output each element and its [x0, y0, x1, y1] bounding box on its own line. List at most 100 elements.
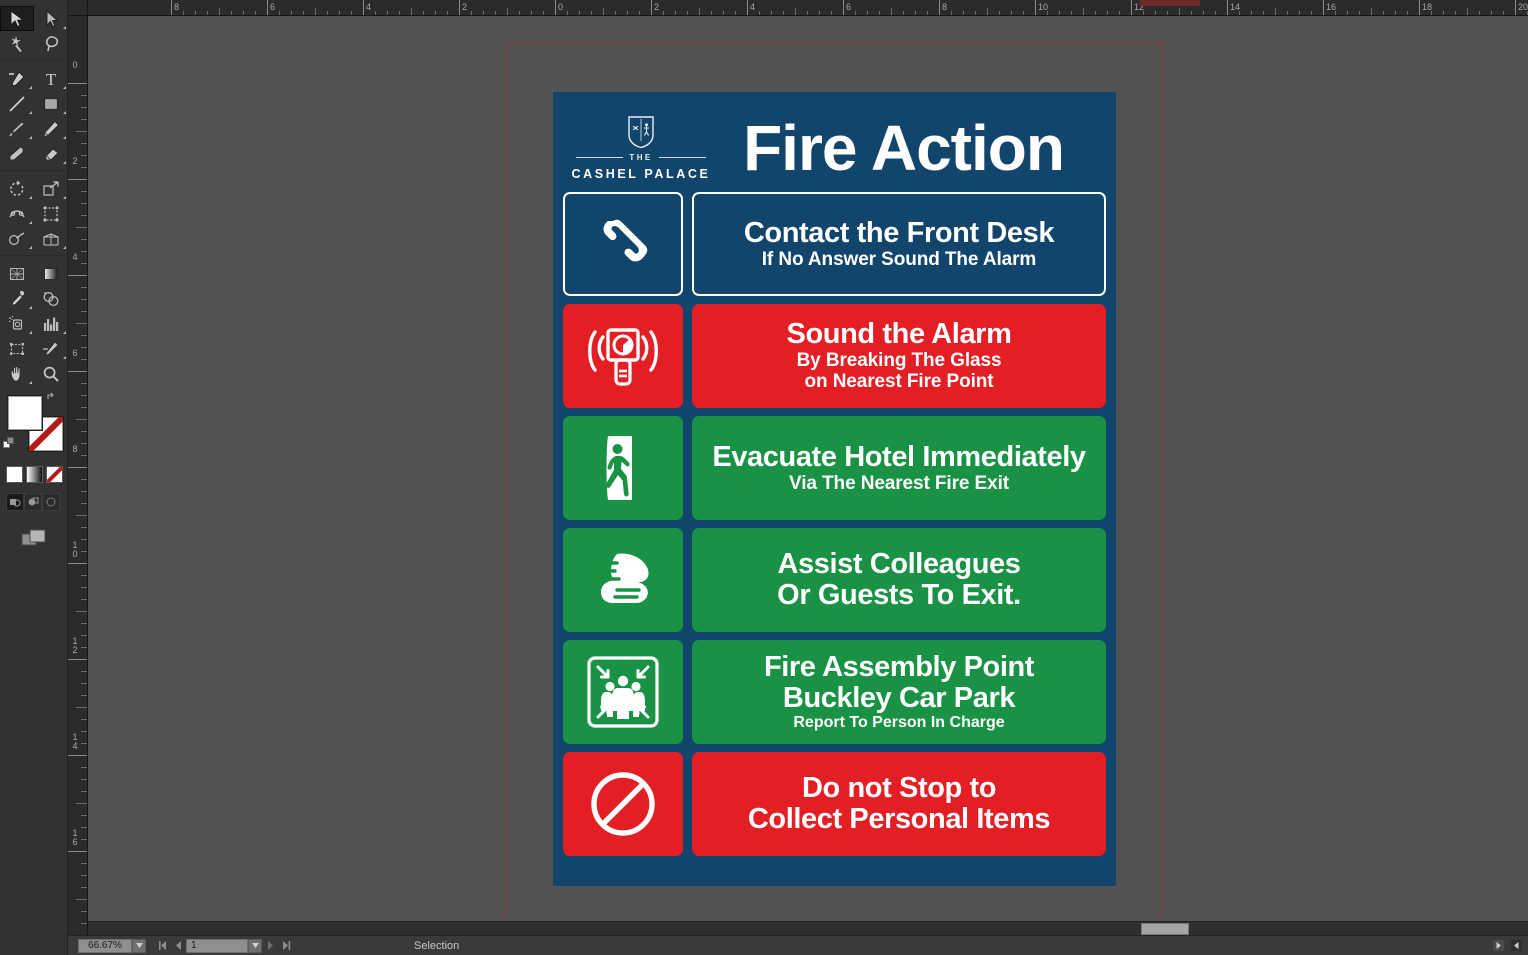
- ruler-tick-major: [1035, 0, 1036, 15]
- status-expand-left-icon[interactable]: [1508, 939, 1524, 953]
- zoom-tool[interactable]: [34, 361, 68, 386]
- ruler-tick-minor: [81, 347, 87, 348]
- ruler-tick-minor: [81, 107, 87, 108]
- fill-swatch[interactable]: [8, 396, 42, 430]
- status-expand-right-icon[interactable]: [1490, 939, 1506, 953]
- hand-tool[interactable]: [0, 361, 34, 386]
- none-mode-button[interactable]: [46, 466, 63, 483]
- swap-fill-stroke-icon[interactable]: [45, 392, 59, 406]
- width-tool[interactable]: [0, 201, 34, 226]
- horizontal-scrollbar[interactable]: [88, 921, 1528, 935]
- rectangle-tool[interactable]: [34, 91, 68, 116]
- magic-wand-tool[interactable]: [0, 31, 34, 56]
- direct-selection-tool[interactable]: [34, 6, 68, 31]
- ruler-tick-minor: [81, 263, 87, 264]
- logo-the-row: THE: [576, 153, 707, 162]
- ruler-label: 4: [366, 2, 372, 12]
- window-accent-strip: [1140, 0, 1200, 6]
- default-fill-stroke-icon[interactable]: [3, 437, 17, 451]
- vertical-ruler[interactable]: 0 2 4 6 8 10 12 14 16: [68, 16, 88, 935]
- free-transform-tool[interactable]: [34, 201, 68, 226]
- horizontal-ruler[interactable]: 8 6 4 2 0 2 4 6 8 10 12 14 16 18 20: [88, 0, 1528, 16]
- eraser-tool[interactable]: [34, 141, 68, 166]
- page-number-field[interactable]: 1: [186, 938, 248, 953]
- ruler-tick-minor: [81, 203, 87, 204]
- last-page-icon[interactable]: [278, 939, 294, 953]
- poster-row[interactable]: Fire Assembly Point Buckley Car Park Rep…: [563, 640, 1106, 744]
- logo-rule-left: [576, 157, 624, 158]
- artboard-tool[interactable]: [0, 336, 34, 361]
- gradient-mode-button[interactable]: [26, 466, 43, 483]
- ruler-tick-minor: [81, 143, 87, 144]
- rotate-tool[interactable]: [0, 176, 34, 201]
- ruler-tick-major: [1323, 0, 1324, 15]
- previous-page-icon[interactable]: [170, 939, 186, 953]
- blend-tool[interactable]: [34, 286, 68, 311]
- type-tool[interactable]: T: [34, 66, 68, 91]
- fill-stroke-controls: [0, 392, 68, 464]
- zoom-dropdown-icon[interactable]: [132, 938, 146, 953]
- perspective-grid-tool[interactable]: [34, 226, 68, 251]
- zoom-level-field[interactable]: 66.67%: [78, 938, 132, 953]
- draw-inside-icon[interactable]: [42, 493, 60, 511]
- poster-row[interactable]: Sound the Alarm By Breaking The Glass on…: [563, 304, 1106, 408]
- eyedropper-tool[interactable]: [0, 286, 34, 311]
- poster-row[interactable]: Contact the Front Desk If No Answer Soun…: [563, 192, 1106, 296]
- row-sub-text: Report To Person In Charge: [793, 713, 1005, 731]
- ruler-label: 6: [846, 2, 852, 12]
- ruler-tick-minor: [81, 911, 87, 912]
- slice-tool[interactable]: [34, 336, 68, 361]
- poster-row[interactable]: Assist Colleagues Or Guests To Exit.: [563, 528, 1106, 632]
- row-main-text-2: Or Guests To Exit.: [777, 579, 1021, 611]
- lasso-tool[interactable]: [34, 31, 68, 56]
- ruler-tick-minor: [81, 863, 87, 864]
- poster-row[interactable]: Do not Stop to Collect Personal Items: [563, 752, 1106, 856]
- line-segment-tool[interactable]: [0, 91, 34, 116]
- ruler-tick-major: [555, 0, 556, 15]
- mesh-tool[interactable]: [0, 261, 34, 286]
- ruler-tick-minor: [81, 335, 87, 336]
- first-page-icon[interactable]: [154, 939, 170, 953]
- ruler-tick-minor: [81, 239, 87, 240]
- ruler-tick-minor: [81, 575, 87, 576]
- pen-tool[interactable]: [0, 66, 34, 91]
- ruler-tick-minor: [81, 503, 87, 504]
- ruler-tick-minor: [81, 539, 87, 540]
- ruler-corner[interactable]: [68, 0, 88, 16]
- color-mode-button[interactable]: [6, 466, 23, 483]
- page-dropdown-icon[interactable]: [248, 938, 262, 953]
- fire-action-poster[interactable]: THE CASHEL PALACE Fire Action Contact th…: [553, 92, 1116, 886]
- ruler-tick-minor: [81, 191, 87, 192]
- ruler-tick-minor: [81, 599, 87, 600]
- draw-normal-icon[interactable]: [6, 493, 24, 511]
- next-page-icon[interactable]: [262, 939, 278, 953]
- ruler-label: 4: [72, 252, 78, 262]
- scrollbar-thumb[interactable]: [1141, 923, 1189, 935]
- fire-alarm-call-point-icon: [563, 304, 683, 408]
- paintbrush-tool[interactable]: [0, 116, 34, 141]
- ruler-label: 2: [72, 156, 78, 166]
- shape-builder-tool[interactable]: [0, 226, 34, 251]
- poster-row[interactable]: Evacuate Hotel Immediately Via The Neare…: [563, 416, 1106, 520]
- draw-behind-icon[interactable]: [24, 493, 42, 511]
- ruler-tick-minor: [81, 167, 87, 168]
- screen-mode-button[interactable]: [0, 523, 68, 553]
- ruler-label: 10: [72, 540, 78, 559]
- ruler-tick-minor: [81, 155, 87, 156]
- scale-tool[interactable]: [34, 176, 68, 201]
- pencil-tool[interactable]: [34, 116, 68, 141]
- selection-tool[interactable]: [0, 6, 34, 31]
- ruler-tick-minor: [81, 527, 87, 528]
- illustrator-window: T 8 6 4 2 0 2 4 6 8 10 12 14 16 18 20 0 …: [0, 0, 1528, 955]
- ruler-tick-major: [68, 371, 87, 372]
- gradient-tool[interactable]: [34, 261, 68, 286]
- svg-text:T: T: [46, 70, 57, 88]
- ruler-tick-minor: [81, 923, 87, 924]
- ruler-label: 0: [72, 60, 78, 70]
- column-graph-tool[interactable]: [34, 311, 68, 336]
- blob-brush-tool[interactable]: [0, 141, 34, 166]
- symbol-sprayer-tool[interactable]: [0, 311, 34, 336]
- poster-row-text: Evacuate Hotel Immediately Via The Neare…: [692, 416, 1106, 520]
- ruler-tick-minor: [76, 323, 87, 324]
- document-canvas[interactable]: THE CASHEL PALACE Fire Action Contact th…: [88, 16, 1528, 935]
